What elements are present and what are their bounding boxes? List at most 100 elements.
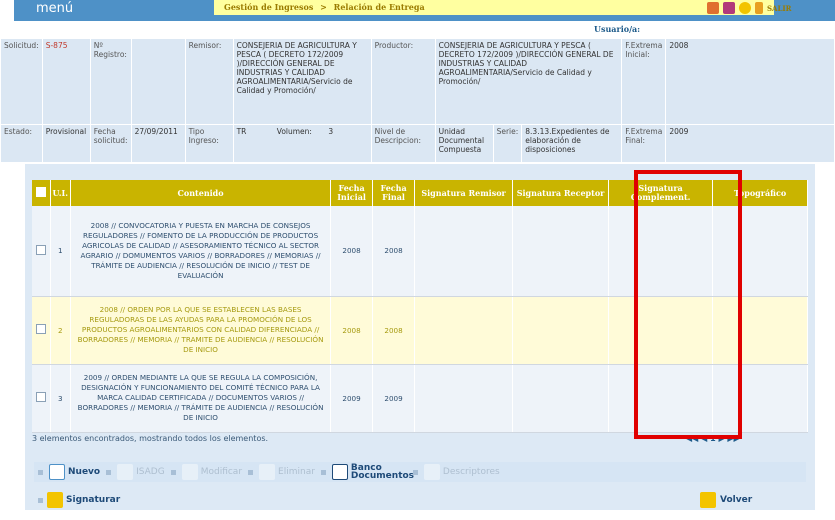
col-fecha-final[interactable]: Fecha Final — [372, 180, 416, 206]
nuevo-button[interactable]: Nuevo — [49, 464, 100, 480]
remisor-label: Remisor: — [184, 38, 234, 125]
fecha-final-cell: 2009 — [372, 364, 416, 433]
solicitud-value: S-875 — [41, 38, 91, 125]
volumen-value: 3 — [328, 127, 334, 136]
bullet-icon — [170, 469, 176, 475]
nuevo-label: Nuevo — [68, 467, 101, 477]
ui-cell: 3 — [50, 364, 72, 433]
tipo-ingreso-label: Tipo Ingreso: — [184, 124, 234, 163]
eliminar-label: Eliminar — [278, 467, 315, 477]
col-ui[interactable]: U.I. — [50, 180, 72, 206]
row-checkbox-cell — [32, 364, 51, 433]
descriptores-label: Descriptores — [442, 467, 500, 477]
col-signatura-receptor[interactable]: Signatura Receptor — [512, 180, 610, 206]
signature-icon — [47, 492, 63, 508]
top-bar: menú Gestión de Ingresos > Relación de E… — [14, 0, 835, 21]
back-arrow-icon — [700, 492, 716, 508]
fext-final-label: F.Extrema Final: — [621, 124, 667, 163]
descriptores-button[interactable]: Descriptores — [423, 464, 500, 480]
exit-icon[interactable] — [755, 2, 763, 14]
nivel-value: Unidad Documental Compuesta — [434, 124, 494, 163]
users-icon[interactable] — [707, 2, 719, 14]
remisor-value: CONSEJERIA DE AGRICULTURA Y PESCA ( DECR… — [232, 38, 372, 125]
registro-value — [130, 38, 186, 125]
signatura-receptor-cell — [512, 206, 610, 297]
fecha-inicial-cell: 2009 — [330, 364, 374, 433]
bullet-icon — [38, 497, 43, 503]
bullet-icon — [320, 469, 326, 475]
messages-icon[interactable] — [723, 2, 735, 14]
action-toolbar: Nuevo ISADG Modificar Eliminar Banco Doc… — [34, 462, 806, 482]
col-fecha-inicial[interactable]: Fecha Inicial — [330, 180, 374, 206]
eliminar-button[interactable]: Eliminar — [259, 464, 315, 480]
signaturar-label: Signaturar — [66, 495, 121, 505]
col-signatura-remisor[interactable]: Signatura Remisor — [414, 180, 514, 206]
contenido-cell: 2008 // CONVOCATORIA Y PUESTA EN MARCHA … — [70, 206, 332, 297]
signaturar-button[interactable]: Signaturar — [47, 492, 120, 508]
contenido-cell: 2009 // ORDEN MEDIANTE LA QUE SE REGULA … — [70, 364, 332, 433]
fecha-solicitud-label: Fecha solicitud: — [89, 124, 132, 163]
annotation-highlight-box — [634, 170, 742, 439]
fext-final-value: 2009 — [665, 124, 835, 163]
bullet-icon — [248, 469, 254, 475]
registro-label: Nº Registro: — [89, 38, 132, 125]
banco-documentos-button[interactable]: Banco Documentos — [331, 463, 415, 481]
fecha-inicial-cell: 2008 — [330, 206, 374, 297]
contenido-cell: 2008 // ORDEN POR LA QUE SE ESTABLECEN L… — [70, 296, 332, 365]
isadg-label: ISADG — [136, 467, 165, 477]
breadcrumb: Gestión de Ingresos > Relación de Entreg… — [214, 0, 774, 15]
row-checkbox-cell — [32, 206, 51, 297]
document-bank-icon — [331, 464, 348, 480]
productor-value: CONSEJERIA DE AGRICULTURA Y PESCA ( DECR… — [434, 38, 623, 125]
serie-value: 8.3.13.Expedientes de elaboración de dis… — [521, 124, 623, 163]
isadg-button[interactable]: ISADG — [117, 464, 165, 480]
breadcrumb-separator: > — [320, 2, 327, 12]
isadg-icon — [117, 464, 134, 480]
banco-documentos-label: Banco Documentos — [350, 463, 415, 481]
row-checkbox[interactable] — [35, 324, 46, 334]
solicitud-label: Solicitud: — [0, 38, 43, 125]
ui-cell: 2 — [50, 296, 72, 365]
fecha-final-cell: 2008 — [372, 296, 416, 365]
fext-inicial-value: 2008 — [665, 38, 835, 125]
select-all-checkbox[interactable] — [35, 187, 46, 197]
bullet-icon — [106, 469, 112, 475]
ui-cell: 1 — [50, 206, 72, 297]
salir-link[interactable]: SALIR — [767, 4, 792, 13]
new-document-icon — [49, 464, 65, 480]
edit-icon — [181, 464, 198, 480]
productor-label: Productor: — [370, 38, 436, 125]
tipo-ingreso-value: TR — [236, 127, 247, 136]
fecha-inicial-cell: 2008 — [330, 296, 374, 365]
select-all-header — [32, 180, 51, 206]
fecha-final-cell: 2008 — [372, 206, 416, 297]
signatura-remisor-cell — [414, 364, 514, 433]
row-checkbox[interactable] — [35, 392, 46, 402]
delete-icon — [259, 464, 276, 480]
estado-value: Provisional — [41, 124, 91, 163]
col-contenido[interactable]: Contenido — [70, 180, 332, 206]
signatura-receptor-cell — [512, 364, 610, 433]
solicitud-info-table: Solicitud: S-875 Nº Registro: Remisor: C… — [0, 38, 835, 163]
top-icons: SALIR — [707, 2, 792, 14]
volver-button[interactable]: Volver — [700, 492, 752, 508]
usuario-label: Usuario/a: — [594, 24, 641, 34]
row-checkbox[interactable] — [35, 244, 46, 255]
fecha-solicitud-value: 27/09/2011 — [130, 124, 186, 163]
help-icon[interactable] — [739, 2, 751, 14]
bullet-icon — [412, 469, 418, 475]
bullet-icon — [38, 469, 43, 475]
signatura-receptor-cell — [512, 296, 610, 365]
fext-inicial-label: F.Extrema Inicial: — [621, 38, 667, 125]
modificar-button[interactable]: Modificar — [181, 464, 242, 480]
row-checkbox-cell — [32, 296, 51, 365]
menu-link[interactable]: menú — [36, 1, 73, 16]
serie-label: Serie: — [492, 124, 523, 163]
volver-label: Volver — [720, 495, 753, 505]
breadcrumb-item-gestion[interactable]: Gestión de Ingresos — [224, 2, 313, 12]
breadcrumb-item-relacion: Relación de Entrega — [333, 2, 425, 12]
signatura-remisor-cell — [414, 296, 514, 365]
nivel-label: Nivel de Descripcion: — [370, 124, 436, 163]
estado-label: Estado: — [0, 124, 43, 163]
descriptors-icon — [423, 464, 440, 480]
